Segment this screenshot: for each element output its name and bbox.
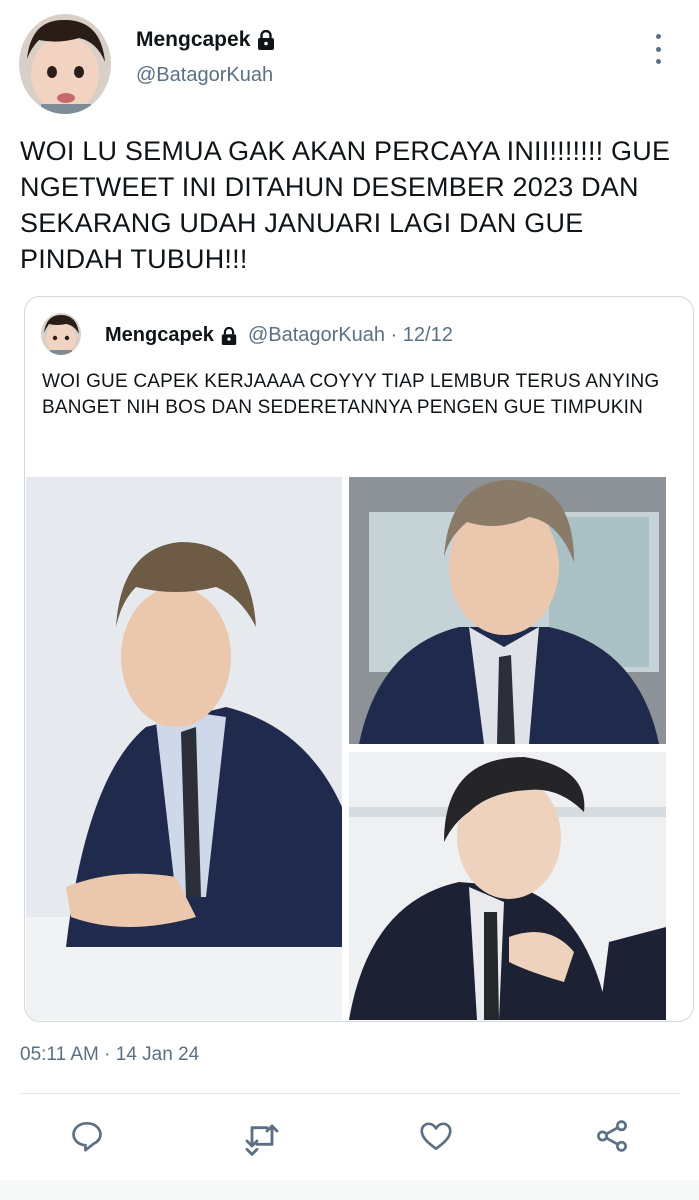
quoted-handle-date: @BatagorKuah · 12/12: [247, 324, 453, 346]
quoted-display-name: Mengcapek: [105, 324, 214, 346]
like-button[interactable]: [416, 1118, 456, 1158]
quoted-author-avatar: [41, 313, 81, 355]
tweet-text: WOI LU SEMUA GAK AKAN PERCAYA INII!!!!!!…: [20, 136, 671, 274]
photo-man-at-desk[interactable]: [26, 477, 342, 1020]
tweet-timestamp: 05:11 AM · 14 Jan 24: [20, 1044, 200, 1065]
reply-icon: [68, 1117, 106, 1160]
author-name-row: Mengcapek: [136, 28, 276, 52]
heart-icon: [417, 1117, 455, 1160]
photo-man-profile[interactable]: [349, 752, 666, 1020]
bottom-strip: [0, 1180, 699, 1200]
author-handle[interactable]: @BatagorKuah: [136, 64, 273, 87]
author-avatar[interactable]: [19, 14, 111, 114]
lock-icon: [256, 30, 276, 50]
share-icon: [593, 1117, 631, 1160]
retweet-button[interactable]: [242, 1118, 282, 1158]
divider: [20, 1093, 680, 1094]
quoted-tweet-text: WOI GUE CAPEK KERJAAAA COYYY TIAP LEMBUR…: [42, 371, 660, 418]
quoted-tweet-card[interactable]: Mengcapek @BatagorKuah · 12/12 WOI GUE C…: [24, 296, 694, 1022]
retweet-icon: [242, 1116, 282, 1161]
author-display-name[interactable]: Mengcapek: [136, 28, 250, 52]
quoted-tweet-header: Mengcapek @BatagorKuah · 12/12: [105, 324, 453, 347]
more-options-icon[interactable]: [650, 34, 666, 64]
share-button[interactable]: [592, 1118, 632, 1158]
lock-icon: [220, 326, 238, 345]
photo-man-window[interactable]: [349, 477, 666, 744]
reply-button[interactable]: [67, 1118, 107, 1158]
tweet-actions: [0, 1118, 699, 1164]
